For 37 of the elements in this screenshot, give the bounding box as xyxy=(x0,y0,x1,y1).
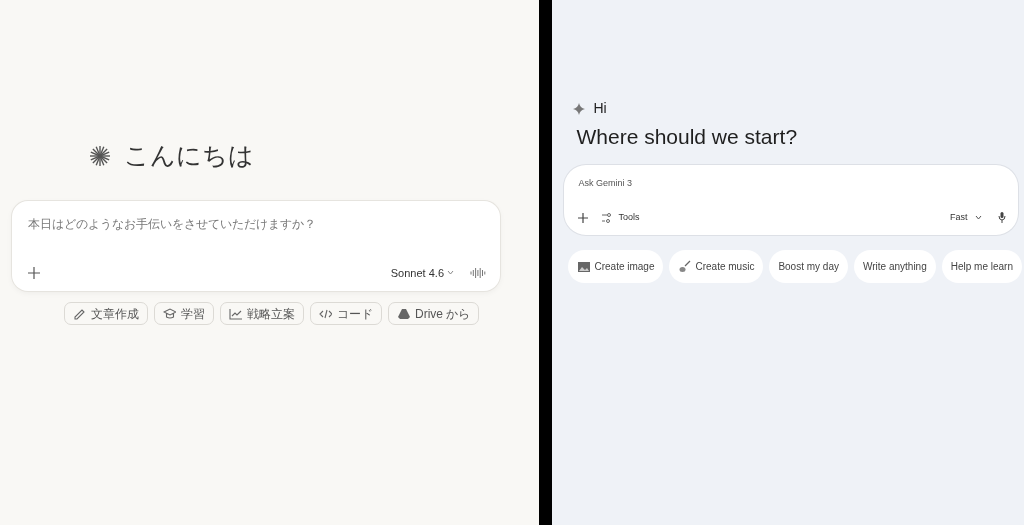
suggestion-chip[interactable]: Create music xyxy=(669,249,764,283)
image-icon xyxy=(577,259,591,273)
message-field[interactable]: 本日はどのようなお手伝いをさせていただけますか？ xyxy=(28,215,486,233)
tools-button[interactable]: Tools xyxy=(602,211,640,225)
pencil-icon xyxy=(73,307,86,320)
greeting-text: こんにちは xyxy=(124,140,254,173)
code-icon xyxy=(319,307,332,320)
drive-icon xyxy=(397,307,410,320)
prompt-chip[interactable]: 学習 xyxy=(154,302,214,325)
chart-icon xyxy=(229,307,242,320)
prompt-chip[interactable]: 戦略立案 xyxy=(220,302,304,325)
message-field[interactable]: Ask Gemini 3 xyxy=(578,176,1007,190)
voice-button[interactable] xyxy=(470,265,486,280)
plus-icon xyxy=(578,212,589,223)
prompt-chip[interactable]: Drive から xyxy=(388,302,480,325)
graduation-cap-icon xyxy=(163,307,176,320)
prompt-chip[interactable]: 文章作成 xyxy=(64,302,148,325)
microphone-icon xyxy=(998,212,1007,224)
sparkle-icon xyxy=(573,102,586,115)
plus-icon xyxy=(28,266,40,279)
suggestion-chip[interactable]: Create image xyxy=(568,249,664,283)
add-button[interactable] xyxy=(28,266,40,279)
waveform-icon xyxy=(470,265,486,280)
model-selector[interactable]: Sonnet 4.6 xyxy=(390,264,454,281)
prompt-chip[interactable]: コード xyxy=(310,302,382,325)
suggestion-chip[interactable]: Help me learn xyxy=(941,249,1022,283)
heading-text: Where should we start? xyxy=(576,124,799,150)
chevron-down-icon xyxy=(447,270,454,276)
add-button[interactable] xyxy=(578,212,589,223)
greeting-text: Hi xyxy=(593,99,607,118)
sliders-icon xyxy=(602,212,613,223)
mode-selector[interactable]: Fast xyxy=(949,211,983,225)
microphone-button[interactable] xyxy=(998,212,1007,224)
suggestion-chip[interactable]: Write anything xyxy=(854,249,936,283)
chevron-down-icon xyxy=(975,215,983,221)
starburst-logo-icon xyxy=(88,144,112,168)
suggestion-chip[interactable]: Boost my day xyxy=(769,249,848,283)
